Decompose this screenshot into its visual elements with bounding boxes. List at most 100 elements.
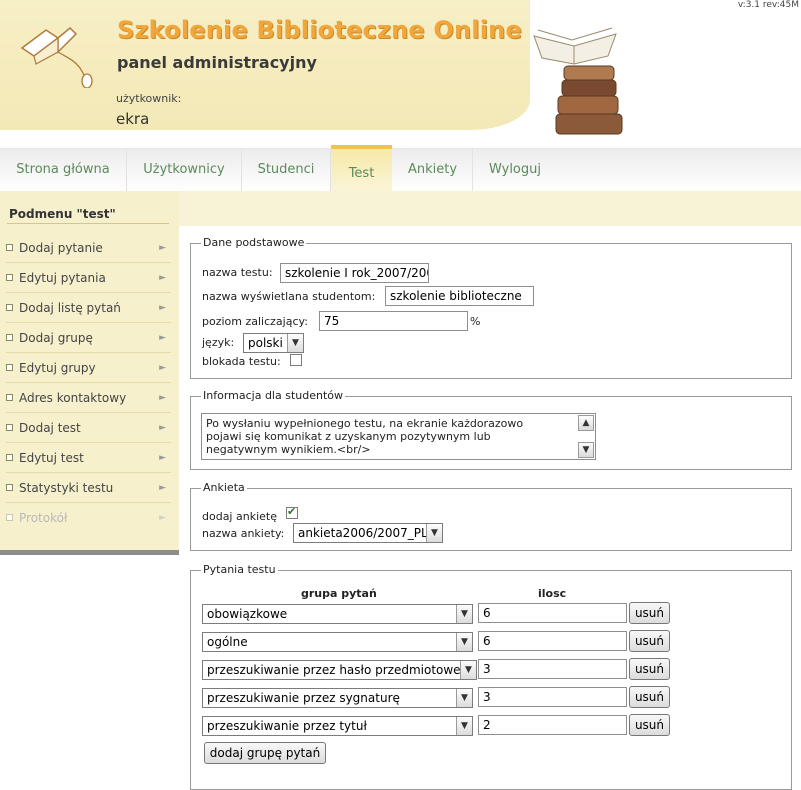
chevron-right-icon: ► [159, 333, 166, 343]
pass-level-label: poziom zaliczający: [202, 315, 308, 328]
sidebar-item-edytuj-grupy[interactable]: Edytuj grupy ► [0, 353, 176, 383]
sidebar-item-adres-kontaktowy[interactable]: Adres kontaktowy ► [0, 383, 176, 413]
question-group-value: przeszukiwanie przez sygnaturę [207, 691, 400, 705]
test-name-label: nazwa testu: [202, 266, 273, 279]
question-group-value: ogólne [207, 635, 248, 649]
book-stack-icon [533, 27, 623, 135]
scroll-up-icon[interactable]: ▲ [578, 415, 594, 431]
bullet-icon [6, 334, 13, 341]
nav-wyloguj[interactable]: Wyloguj [473, 149, 557, 192]
remove-group-button[interactable]: usuń [629, 658, 670, 680]
bullet-icon [6, 304, 13, 311]
fieldset-legend: Informacja dla studentów [201, 389, 345, 402]
sidebar-item-label: Protokół [19, 511, 68, 525]
display-name-label: nazwa wyświetlana studentom: [202, 290, 376, 303]
language-label: język: [202, 336, 235, 349]
nav-test[interactable]: Test [331, 145, 392, 196]
add-question-group-button[interactable]: dodaj grupę pytań [204, 742, 326, 764]
chevron-right-icon: ► [159, 423, 166, 433]
chevron-right-icon: ► [159, 513, 166, 523]
lock-test-checkbox[interactable] [290, 354, 302, 366]
question-group-select[interactable]: przeszukiwanie przez hasło przedmiotowe ▼ [202, 660, 477, 680]
question-group-select[interactable]: obowiązkowe ▼ [202, 604, 473, 624]
nav-studenci[interactable]: Studenci [242, 149, 331, 192]
column-header-group: grupa pytań [301, 587, 377, 600]
percent-unit: % [470, 315, 481, 328]
chevron-right-icon: ► [159, 273, 166, 283]
sidebar-item-edytuj-test[interactable]: Edytuj test ► [0, 443, 176, 473]
question-group-value: obowiązkowe [207, 607, 288, 621]
sidebar-item-label: Dodaj test [19, 421, 81, 435]
question-count-input[interactable]: 3 [478, 687, 627, 707]
scroll-down-icon[interactable]: ▼ [578, 442, 594, 458]
sidebar-item-dodaj-pytanie[interactable]: Dodaj pytanie ► [0, 233, 176, 263]
sidebar-item-statystyki-testu[interactable]: Statystyki testu ► [0, 473, 176, 503]
chevron-right-icon: ► [159, 303, 166, 313]
sidebar-item-label: Dodaj grupę [19, 331, 93, 345]
question-group-select[interactable]: przeszukiwanie przez tytuł ▼ [202, 716, 473, 736]
sidebar-item-label: Dodaj listę pytań [19, 301, 121, 315]
bullet-icon [6, 424, 13, 431]
textarea-line: negatywnym wynikiem.<br/> [206, 443, 371, 456]
fieldset-legend: Dane podstawowe [201, 236, 307, 249]
textarea-line: pojawi się komunikat z uzyskanym pozytyw… [206, 430, 491, 443]
question-count-input[interactable]: 6 [478, 631, 627, 651]
remove-group-button[interactable]: usuń [629, 686, 670, 708]
chevron-right-icon: ► [159, 453, 166, 463]
chevron-down-icon: ▼ [460, 661, 476, 679]
main-nav: Strona główna Użytkownicy Studenci Test … [0, 145, 801, 196]
sidebar-item-edytuj-pytania[interactable]: Edytuj pytania ► [0, 263, 176, 293]
remove-group-button[interactable]: usuń [629, 630, 670, 652]
sidebar-item-label: Edytuj pytania [19, 271, 106, 285]
test-name-input[interactable]: szkolenie I rok_2007/200 [280, 263, 429, 283]
question-count-input[interactable]: 3 [478, 659, 627, 679]
site-title: Szkolenie Biblioteczne Online [117, 16, 522, 44]
bullet-icon [6, 484, 13, 491]
basic-data-fieldset: Dane podstawowe nazwa testu: szkolenie I… [190, 237, 792, 379]
sidebar-item-dodaj-grupe[interactable]: Dodaj grupę ► [0, 323, 176, 353]
lock-test-label: blokada testu: [202, 355, 281, 368]
question-group-value: przeszukiwanie przez hasło przedmiotowe [207, 663, 461, 677]
chevron-right-icon: ► [159, 243, 166, 253]
sidebar-item-dodaj-liste-pytan[interactable]: Dodaj listę pytań ► [0, 293, 176, 323]
question-count-input[interactable]: 6 [478, 603, 627, 623]
divider [7, 223, 169, 224]
sidebar-item-protokol: Protokół ► [0, 503, 176, 533]
survey-name-label: nazwa ankiety: [202, 527, 285, 540]
nav-ankiety[interactable]: Ankiety [393, 149, 473, 192]
remove-group-button[interactable]: usuń [629, 714, 670, 736]
chevron-right-icon: ► [159, 393, 166, 403]
chevron-right-icon: ► [159, 363, 166, 373]
sidebar-item-label: Adres kontaktowy [19, 391, 127, 405]
bullet-icon [6, 364, 13, 371]
remove-group-button[interactable]: usuń [629, 602, 670, 624]
question-group-select[interactable]: przeszukiwanie przez sygnaturę ▼ [202, 688, 473, 708]
survey-fieldset: Ankieta dodaj ankietę nazwa ankiety: ank… [190, 482, 792, 551]
add-survey-checkbox[interactable] [286, 505, 298, 519]
test-questions-fieldset: Pytania testu grupa pytań ilosc obowiązk… [190, 564, 792, 790]
pass-level-input[interactable]: 75 [319, 311, 468, 331]
submenu-title: Podmenu "test" [9, 207, 116, 221]
language-select[interactable]: polski ▼ [243, 333, 304, 353]
bullet-icon [6, 274, 13, 281]
nav-strona-glowna[interactable]: Strona główna [0, 149, 127, 192]
fieldset-legend: Pytania testu [201, 563, 278, 576]
survey-name-value: ankieta2006/2007_PL [298, 526, 428, 540]
nav-uzytkownicy[interactable]: Użytkownicy [127, 149, 242, 192]
sidebar-item-label: Statystyki testu [19, 481, 114, 495]
user-name: ekra [116, 110, 150, 128]
question-group-select[interactable]: ogólne ▼ [202, 632, 473, 652]
chevron-down-icon: ▼ [456, 605, 472, 623]
display-name-input[interactable]: szkolenie biblioteczne [385, 286, 534, 306]
survey-name-select[interactable]: ankieta2006/2007_PL ▼ [293, 523, 443, 543]
sidebar-item-label: Dodaj pytanie [19, 241, 103, 255]
student-info-textarea[interactable]: Po wysłaniu wypełnionego testu, na ekran… [201, 413, 596, 460]
content-header-strip [179, 191, 801, 226]
textarea-line: Po wysłaniu wypełnionego testu, na ekran… [206, 417, 524, 430]
sidebar-item-dodaj-test[interactable]: Dodaj test ► [0, 413, 176, 443]
chevron-right-icon: ► [159, 483, 166, 493]
question-count-input[interactable]: 2 [478, 715, 627, 735]
chevron-down-icon: ▼ [426, 524, 442, 542]
add-survey-label: dodaj ankietę [202, 510, 277, 523]
panel-subtitle: panel administracyjny [117, 53, 317, 72]
